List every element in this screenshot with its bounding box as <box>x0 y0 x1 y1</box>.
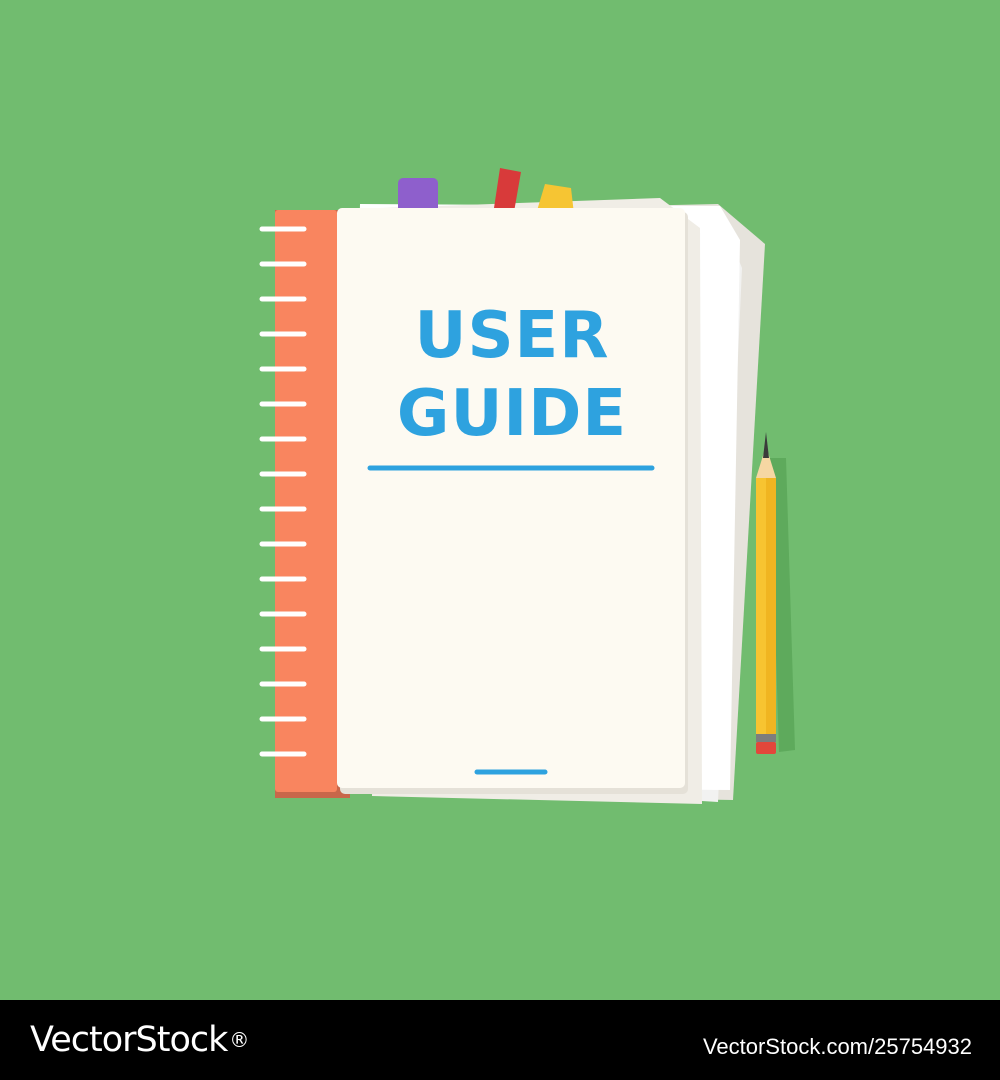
pencil-lead <box>763 432 769 458</box>
image-id: VectorStock.com/25754932 <box>702 1034 972 1059</box>
cover-title-line-1: USER <box>414 299 610 373</box>
cover-title-line-2: GUIDE <box>396 377 628 451</box>
illustration-canvas: USER GUIDE <box>0 0 1000 1000</box>
binder <box>259 210 350 798</box>
cover-page-face <box>337 208 685 788</box>
pencil-ferrule <box>756 734 776 742</box>
user-guide-illustration <box>259 168 795 804</box>
pencil-body-shade <box>766 478 776 734</box>
watermark-footer: VectorStock ® VectorStock.com/25754932 <box>0 1000 1000 1080</box>
pencil-icon <box>756 432 795 754</box>
registered-mark: ® <box>229 1028 249 1052</box>
brand-name: VectorStock <box>30 1020 228 1060</box>
pencil-eraser <box>756 742 776 754</box>
cover-page <box>337 208 688 794</box>
brand-logo: VectorStock ® <box>30 1016 249 1064</box>
